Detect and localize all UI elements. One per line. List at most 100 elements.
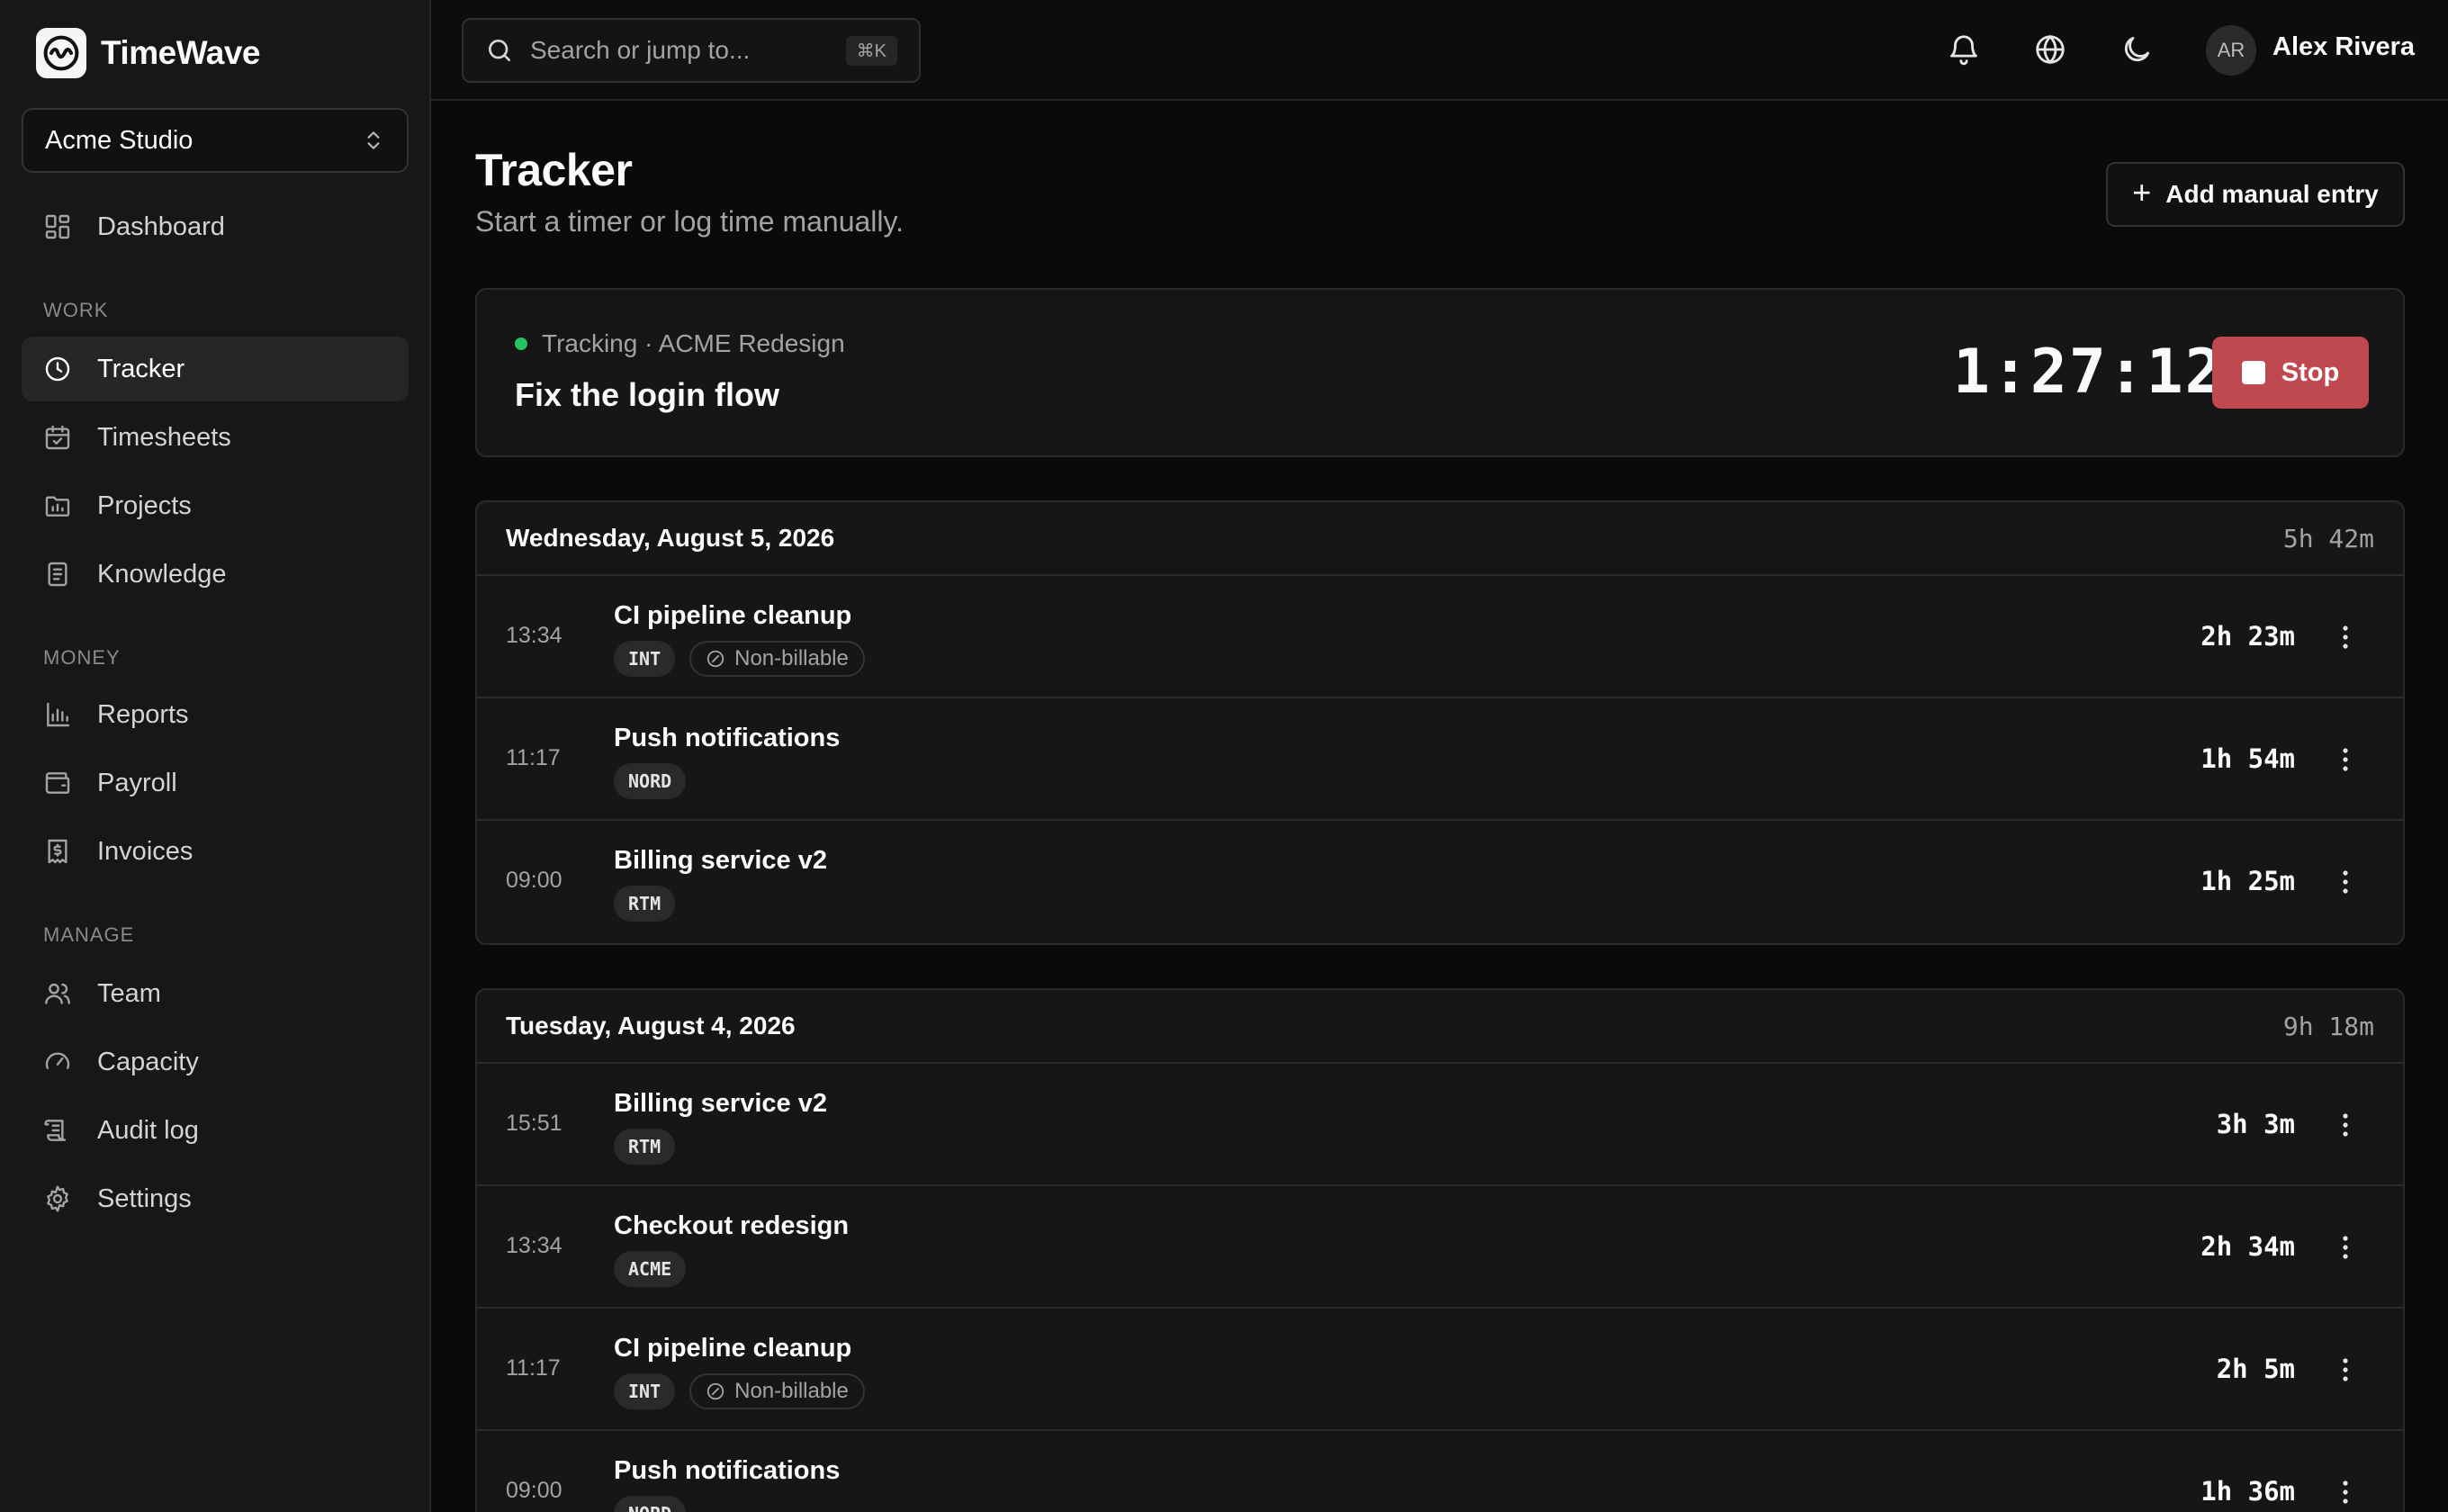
non-billable-badge: Non-billable <box>689 641 865 677</box>
entry-start-time: 11:17 <box>506 745 561 770</box>
more-vertical-icon <box>2343 748 2348 771</box>
gear-icon <box>47 1185 68 1212</box>
sidebar-item-team[interactable]: Team <box>22 961 409 1026</box>
language-button[interactable] <box>2033 32 2067 67</box>
org-name: Acme Studio <box>45 125 194 155</box>
entry-menu-button[interactable] <box>2335 1476 2356 1508</box>
stop-label: Stop <box>2281 357 2340 387</box>
sidebar-item-reports[interactable]: Reports <box>22 682 409 747</box>
entry-duration: 2h 5m <box>2216 1354 2295 1384</box>
sidebar-item-settings[interactable]: Settings <box>22 1166 409 1231</box>
plus-icon: + <box>2132 174 2152 211</box>
entry-start-time: 11:17 <box>506 1355 561 1381</box>
document-icon <box>48 562 68 587</box>
day-group: Tuesday, August 4, 2026 9h 18m 15:51 Bil… <box>475 988 2405 1512</box>
sidebar: TimeWave Acme Studio Dashboard WORK Trac… <box>0 0 431 1512</box>
sidebar-item-knowledge[interactable]: Knowledge <box>22 542 409 607</box>
app-name: TimeWave <box>101 34 260 71</box>
table-row[interactable]: 13:34 CI pipeline cleanup INT Non-billab… <box>477 576 2403 698</box>
brand[interactable]: TimeWave <box>36 27 260 79</box>
search-input[interactable]: Search or jump to... ⌘K <box>462 18 921 83</box>
sidebar-item-label: Knowledge <box>97 559 227 589</box>
moon-icon <box>2124 36 2150 62</box>
sidebar-item-timesheets[interactable]: Timesheets <box>22 405 409 470</box>
non-billable-label: Non-billable <box>734 1379 849 1403</box>
grid-icon <box>45 214 70 239</box>
entry-menu-button[interactable] <box>2335 1231 2356 1264</box>
project-tag: NORD <box>614 763 687 799</box>
entry-menu-button[interactable] <box>2335 1109 2356 1141</box>
bell-icon <box>1950 35 1977 66</box>
entry-duration: 3h 3m <box>2216 1109 2295 1139</box>
sidebar-item-projects[interactable]: Projects <box>22 473 409 538</box>
non-billable-label: Non-billable <box>734 646 849 670</box>
receipt-dollar-icon <box>48 839 68 864</box>
entry-duration: 2h 23m <box>2200 621 2295 652</box>
shortcut-badge: ⌘K <box>845 35 897 66</box>
active-timer-card: Tracking · ACME Redesign Fix the login f… <box>475 288 2405 457</box>
entry-name: CI pipeline cleanup <box>614 601 852 630</box>
wallet-icon <box>45 772 70 794</box>
avatar[interactable]: AR <box>2206 25 2256 76</box>
day-total: 5h 42m <box>2282 523 2374 554</box>
search-icon <box>489 40 510 61</box>
tracking-status-text: Tracking · ACME Redesign <box>542 329 845 357</box>
add-manual-entry-label: Add manual entry <box>2165 180 2379 208</box>
entry-start-time: 09:00 <box>506 1478 562 1503</box>
day-date: Tuesday, August 4, 2026 <box>506 1012 796 1040</box>
sidebar-item-audit-log[interactable]: Audit log <box>22 1098 409 1163</box>
more-vertical-icon <box>2343 626 2348 649</box>
add-manual-entry-button[interactable]: + Add manual entry <box>2106 162 2405 227</box>
more-vertical-icon <box>2343 1358 2348 1382</box>
non-billable-badge: Non-billable <box>689 1373 865 1409</box>
scroll-icon <box>44 1120 67 1141</box>
sidebar-item-dashboard[interactable]: Dashboard <box>22 194 409 259</box>
section-label-manage: MANAGE <box>43 923 135 946</box>
tracking-status: Tracking · ACME Redesign <box>515 329 845 358</box>
sidebar-item-label: Audit log <box>97 1115 199 1145</box>
entry-start-time: 09:00 <box>506 868 562 893</box>
sidebar-item-label: Projects <box>97 490 192 520</box>
notifications-button[interactable] <box>1947 32 1981 67</box>
table-row[interactable]: 13:34 Checkout redesign ACME 2h 34m <box>477 1186 2403 1309</box>
table-row[interactable]: 11:17 Push notifications NORD 1h 54m <box>477 698 2403 821</box>
more-vertical-icon <box>2343 1480 2348 1504</box>
project-tag: NORD <box>614 1496 687 1512</box>
sidebar-item-invoices[interactable]: Invoices <box>22 819 409 884</box>
entry-name: CI pipeline cleanup <box>614 1334 852 1363</box>
user-name[interactable]: Alex Rivera <box>2272 32 2415 62</box>
entry-menu-button[interactable] <box>2335 743 2356 776</box>
folder-chart-icon <box>45 496 70 517</box>
sidebar-item-tracker[interactable]: Tracker <box>22 337 409 401</box>
gauge-icon <box>45 1052 70 1069</box>
stop-button[interactable]: Stop <box>2212 337 2369 409</box>
project-tag: RTM <box>614 886 676 922</box>
stop-icon <box>2241 361 2265 384</box>
entry-duration: 1h 25m <box>2200 866 2295 896</box>
day-header: Wednesday, August 5, 2026 5h 42m <box>477 502 2403 576</box>
entry-menu-button[interactable] <box>2335 621 2356 653</box>
topbar: Search or jump to... ⌘K AR Alex Rivera <box>431 0 2448 101</box>
theme-toggle[interactable] <box>2120 32 2154 67</box>
ban-icon <box>706 1382 724 1400</box>
day-total: 9h 18m <box>2282 1011 2374 1041</box>
project-tag: RTM <box>614 1129 676 1165</box>
sidebar-item-payroll[interactable]: Payroll <box>22 751 409 815</box>
table-row[interactable]: 09:00 Billing service v2 RTM 1h 25m <box>477 821 2403 943</box>
globe-icon <box>2036 34 2065 65</box>
day-header: Tuesday, August 4, 2026 9h 18m <box>477 990 2403 1064</box>
sidebar-item-capacity[interactable]: Capacity <box>22 1030 409 1094</box>
chevron-up-down-icon <box>367 131 380 149</box>
timewave-logo-icon <box>36 28 86 78</box>
table-row[interactable]: 11:17 CI pipeline cleanup INT Non-billab… <box>477 1309 2403 1431</box>
entry-menu-button[interactable] <box>2335 1354 2356 1386</box>
table-row[interactable]: 09:00 Push notifications NORD 1h 36m <box>477 1431 2403 1512</box>
sidebar-item-label: Payroll <box>97 768 177 797</box>
org-switcher[interactable]: Acme Studio <box>22 108 409 173</box>
table-row[interactable]: 15:51 Billing service v2 RTM 3h 3m <box>477 1064 2403 1186</box>
sidebar-item-label: Settings <box>97 1184 192 1213</box>
sidebar-item-label: Tracker <box>97 354 185 383</box>
entry-name: Push notifications <box>614 1456 841 1485</box>
entry-name: Checkout redesign <box>614 1211 850 1240</box>
entry-menu-button[interactable] <box>2335 866 2356 898</box>
